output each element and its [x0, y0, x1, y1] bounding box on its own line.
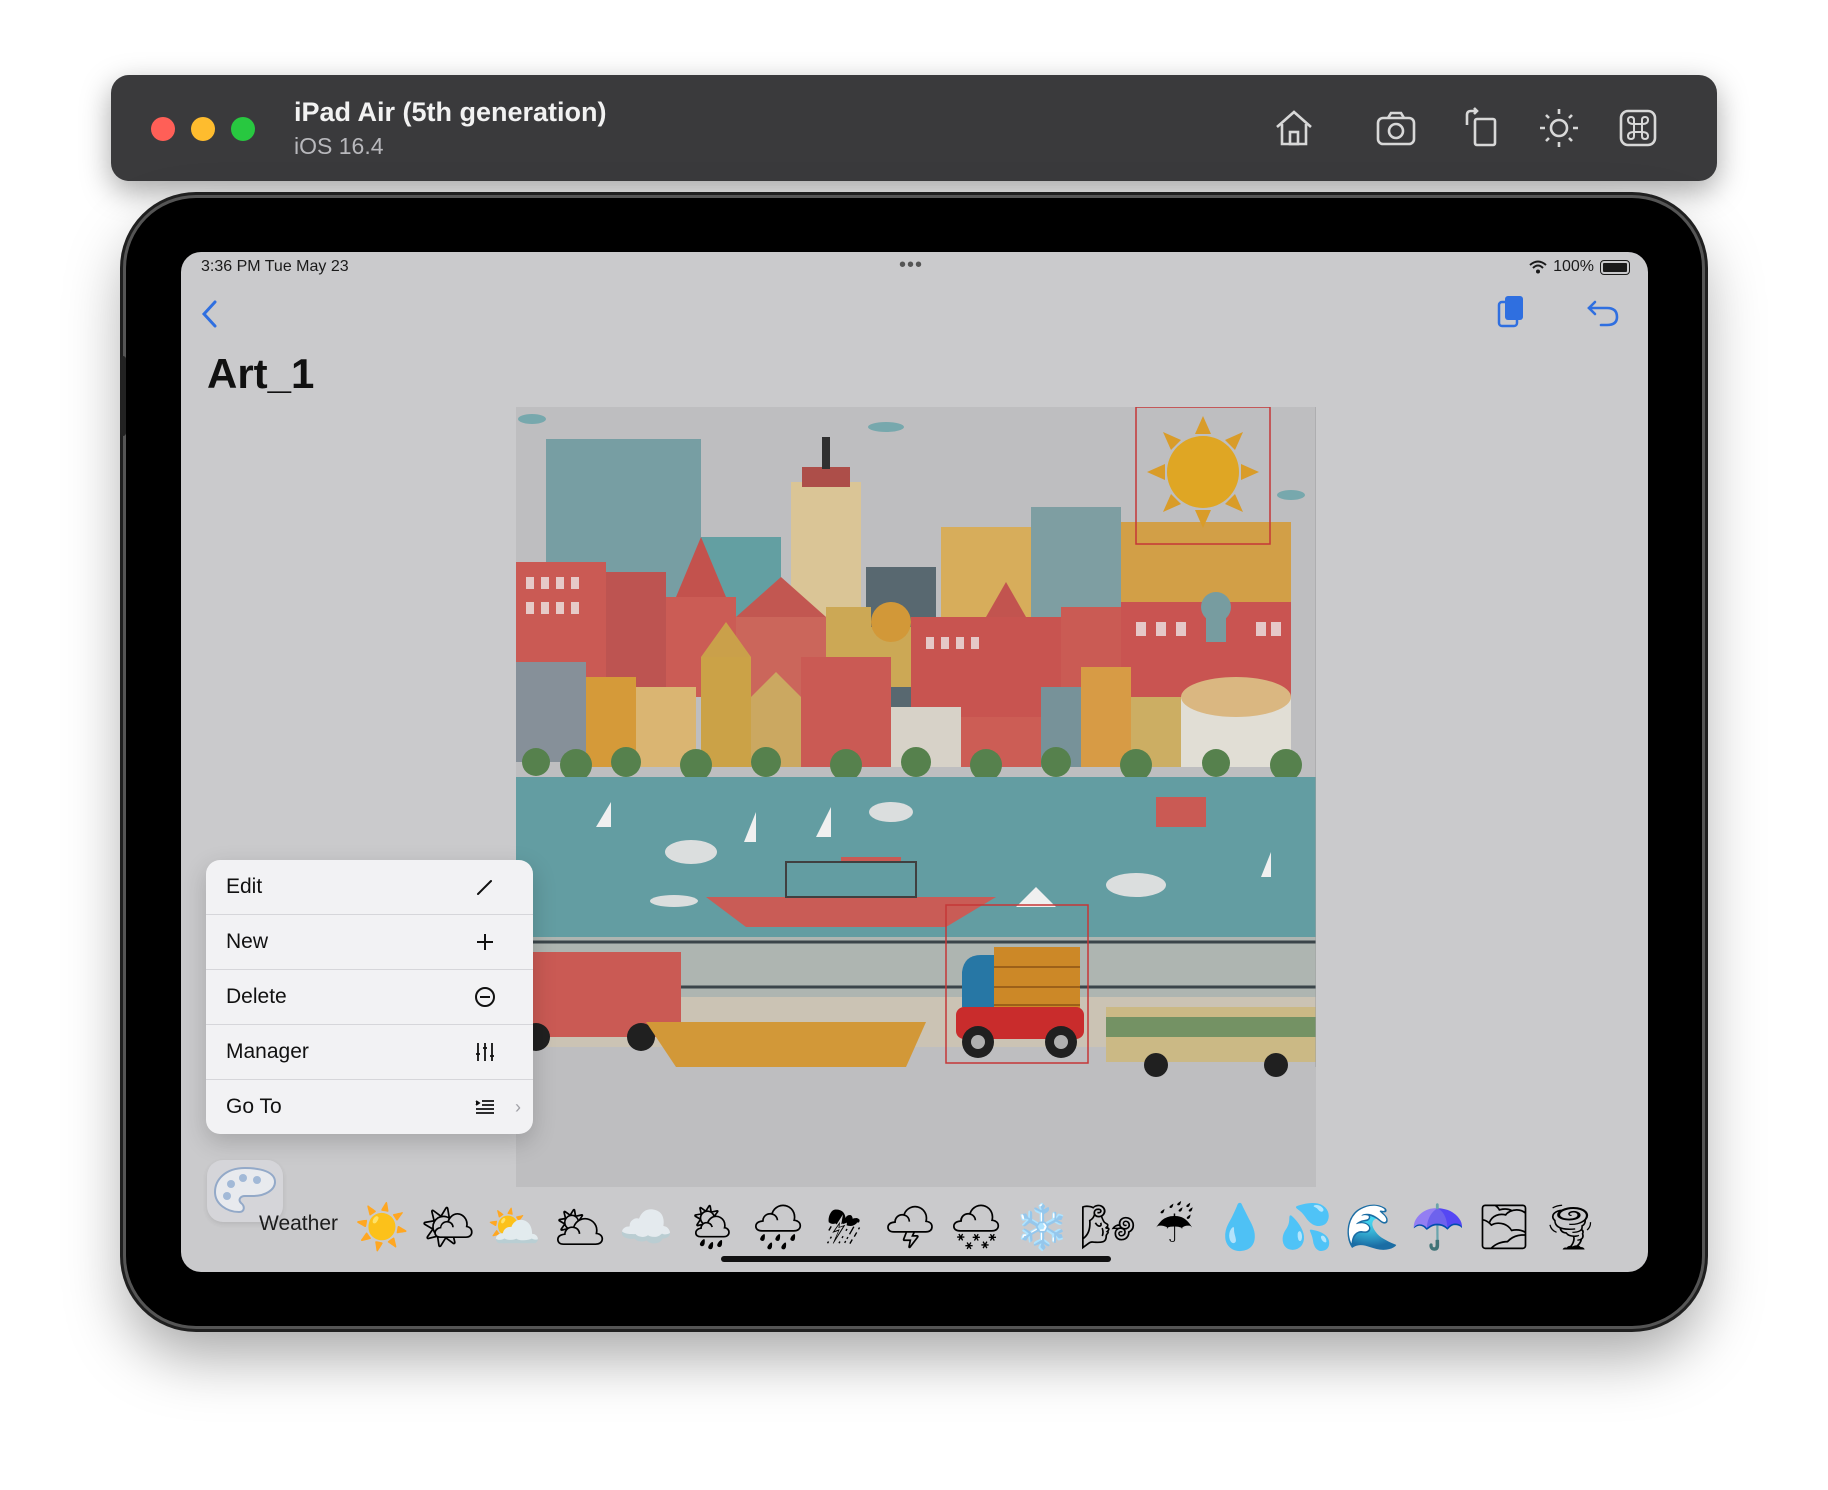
home-icon[interactable]	[1271, 105, 1317, 151]
weather-emoji-1[interactable]: 🌤	[415, 1194, 481, 1260]
simulator-titlebar: iPad Air (5th generation) iOS 16.4	[111, 75, 1717, 181]
undo-icon[interactable]	[1585, 294, 1621, 330]
weather-category-label[interactable]: Weather	[259, 1212, 338, 1236]
page-title: Art_1	[207, 350, 315, 397]
plus-icon	[473, 930, 497, 954]
weather-emoji-9[interactable]: 🌨	[943, 1194, 1009, 1260]
copy-icon[interactable]	[1493, 292, 1529, 332]
pencil-icon	[473, 875, 497, 899]
menu-item-goto[interactable]: Go To ›	[206, 1080, 533, 1134]
weather-emoji-10[interactable]: ❄️	[1009, 1194, 1075, 1260]
wifi-icon	[1529, 260, 1547, 274]
context-menu: Edit New Delete Manager Go To ›	[206, 860, 533, 1134]
weather-emoji-13[interactable]: 💧	[1207, 1194, 1273, 1260]
close-window-button[interactable]	[151, 117, 175, 141]
menu-item-edit[interactable]: Edit	[206, 860, 533, 915]
minus-circle-icon	[473, 985, 497, 1009]
artwork-canvas[interactable]	[516, 407, 1316, 1187]
weather-emoji-14[interactable]: 💦	[1273, 1194, 1339, 1260]
menu-item-label: New	[226, 930, 269, 953]
os-version: iOS 16.4	[294, 133, 384, 159]
screenshot-icon[interactable]	[1373, 105, 1419, 151]
side-button	[120, 356, 126, 436]
menu-item-label: Go To	[226, 1095, 282, 1118]
appearance-icon[interactable]	[1536, 105, 1582, 151]
zoom-window-button[interactable]	[231, 117, 255, 141]
menu-item-label: Delete	[226, 985, 287, 1008]
weather-emoji-6[interactable]: 🌧	[745, 1194, 811, 1260]
chevron-left-icon[interactable]	[195, 296, 225, 332]
ipad-screen[interactable]: 3:36 PM Tue May 23 ••• 100% Art_1 Edit N…	[181, 252, 1648, 1272]
weather-emoji-18[interactable]: 🌪	[1537, 1194, 1603, 1260]
sliders-icon	[473, 1040, 497, 1064]
weather-emoji-4[interactable]: ☁️	[613, 1194, 679, 1260]
battery-icon	[1600, 259, 1630, 275]
weather-emoji-15[interactable]: 🌊	[1339, 1194, 1405, 1260]
weather-emoji-12[interactable]: ☔	[1141, 1194, 1207, 1260]
weather-emoji-2[interactable]: ⛅	[481, 1194, 547, 1260]
chevron-right-icon: ›	[515, 1096, 521, 1117]
city-illustration	[516, 407, 1316, 1187]
menu-item-manager[interactable]: Manager	[206, 1025, 533, 1080]
menu-item-label: Manager	[226, 1040, 309, 1063]
status-time: 3:36 PM Tue May 23	[201, 258, 349, 275]
minimize-window-button[interactable]	[191, 117, 215, 141]
weather-emoji-16[interactable]: ☂️	[1405, 1194, 1471, 1260]
menu-item-label: Edit	[226, 875, 263, 898]
list-indent-icon	[473, 1095, 497, 1119]
battery-percent: 100%	[1553, 258, 1594, 275]
weather-emoji-17[interactable]: 🌫	[1471, 1194, 1537, 1260]
command-icon[interactable]	[1615, 105, 1661, 151]
rotate-icon[interactable]	[1459, 105, 1505, 151]
weather-emoji-8[interactable]: 🌩	[877, 1194, 943, 1260]
status-indicators: 100%	[1529, 258, 1630, 276]
multitasking-dots[interactable]: •••	[899, 254, 923, 277]
menu-item-new[interactable]: New	[206, 915, 533, 970]
weather-emoji-7[interactable]: ⛈	[811, 1194, 877, 1260]
weather-emoji-11[interactable]: 🌬	[1075, 1194, 1141, 1260]
weather-emoji-5[interactable]: 🌦	[679, 1194, 745, 1260]
device-name: iPad Air (5th generation)	[294, 97, 607, 127]
weather-emoji-0[interactable]: ☀️	[349, 1194, 415, 1260]
weather-emoji-3[interactable]: 🌥	[547, 1194, 613, 1260]
menu-item-delete[interactable]: Delete	[206, 970, 533, 1025]
home-indicator[interactable]	[721, 1256, 1111, 1262]
weather-emoji-row: ☀️ 🌤 ⛅ 🌥 ☁️ 🌦 🌧 ⛈ 🌩 🌨 ❄️ 🌬 ☔ 💧 💦 🌊 ☂️ 🌫 🌪	[349, 1194, 1603, 1260]
